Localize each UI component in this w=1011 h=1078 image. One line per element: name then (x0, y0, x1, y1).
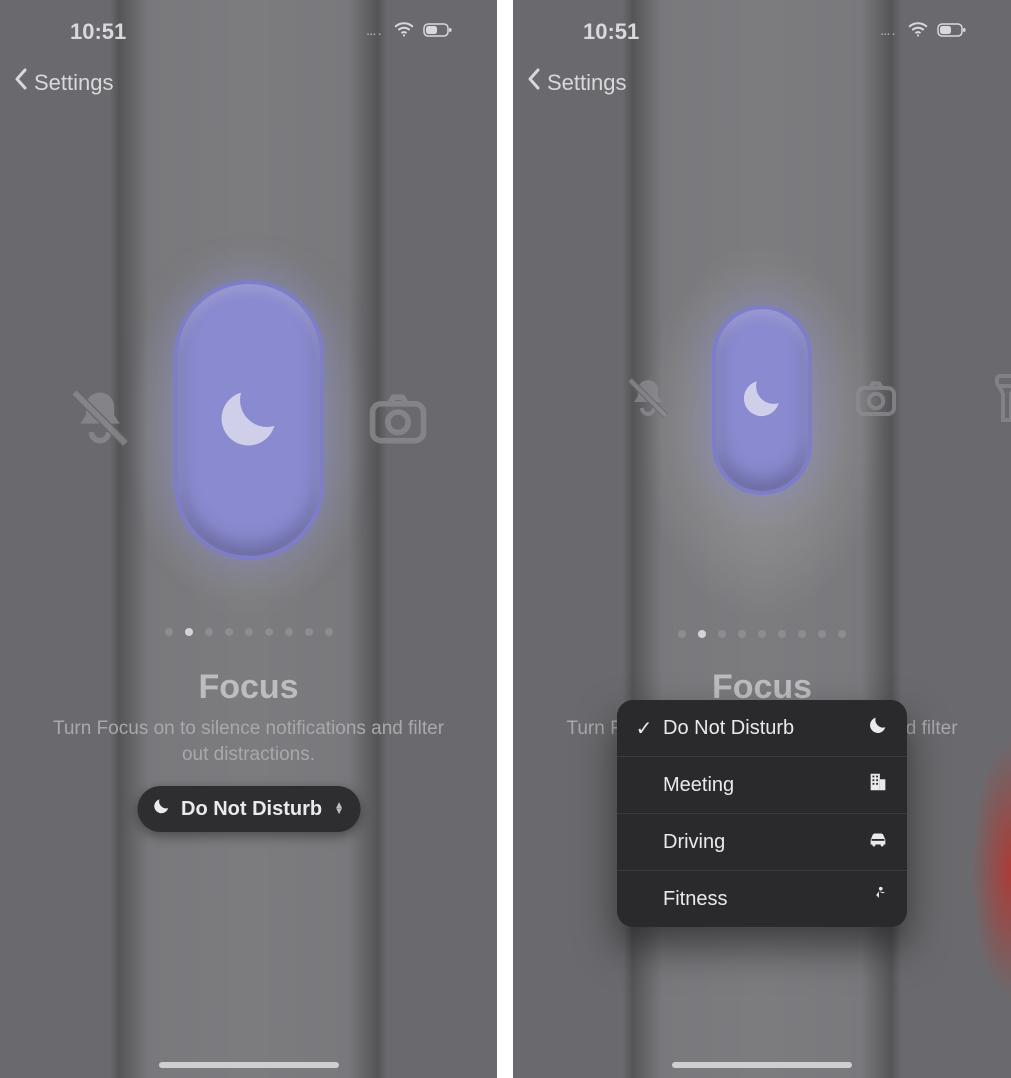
moon-icon (867, 714, 889, 742)
wifi-icon (393, 18, 415, 46)
focus-menu: ✓ Do Not Disturb Meeting Driving Fitness (617, 700, 907, 927)
moon-icon (211, 380, 287, 461)
silent-icon (624, 374, 672, 427)
control-row (0, 280, 497, 560)
red-glow (971, 740, 1011, 1000)
page-dot[interactable] (758, 630, 766, 638)
page-dot[interactable] (185, 628, 193, 636)
page-dot[interactable] (165, 628, 173, 636)
chevron-left-icon (14, 68, 28, 97)
status-bar: 10:51 …. (513, 18, 1011, 46)
home-indicator[interactable] (672, 1062, 852, 1068)
battery-icon (937, 19, 967, 45)
page-dot[interactable] (265, 628, 273, 636)
wifi-icon (907, 18, 929, 46)
flashlight-icon (983, 370, 1011, 435)
focus-pill[interactable] (174, 280, 324, 560)
menu-item-runner[interactable]: Fitness (617, 871, 907, 927)
back-button[interactable]: Settings (14, 68, 114, 97)
menu-item-label: Meeting (663, 774, 734, 797)
building-icon (867, 771, 889, 799)
menu-item-moon[interactable]: ✓ Do Not Disturb (617, 700, 907, 757)
selector-label: Do Not Disturb (181, 798, 322, 821)
page-dot[interactable] (285, 628, 293, 636)
page-dot[interactable] (205, 628, 213, 636)
page-dots (513, 630, 1011, 638)
car-icon (867, 828, 889, 856)
home-indicator[interactable] (159, 1062, 339, 1068)
moon-icon (151, 796, 171, 822)
page-dot[interactable] (738, 630, 746, 638)
battery-icon (423, 19, 453, 45)
focus-mode-selector[interactable]: Do Not Disturb ▲▼ (137, 786, 360, 832)
screenshot-right: 10:51 …. Settings (513, 0, 1011, 1078)
focus-pill[interactable] (712, 305, 812, 495)
menu-item-building[interactable]: Meeting (617, 757, 907, 814)
status-bar: 10:51 …. (0, 18, 497, 46)
page-dot[interactable] (798, 630, 806, 638)
moon-icon (737, 373, 787, 428)
chevron-left-icon (527, 68, 541, 97)
camera-icon (364, 384, 432, 457)
updown-icon: ▲▼ (334, 803, 344, 815)
menu-item-label: Fitness (663, 888, 727, 911)
page-dot[interactable] (678, 630, 686, 638)
cell-dots: …. (880, 27, 897, 38)
page-dot[interactable] (838, 630, 846, 638)
page-dot[interactable] (778, 630, 786, 638)
cell-dots: …. (366, 27, 383, 38)
page-dot[interactable] (225, 628, 233, 636)
check-icon: ✓ (635, 716, 653, 741)
menu-item-car[interactable]: Driving (617, 814, 907, 871)
silent-icon (66, 384, 134, 457)
page-dot[interactable] (698, 630, 706, 638)
status-time: 10:51 (70, 19, 126, 45)
page-dot[interactable] (245, 628, 253, 636)
control-row (513, 305, 1011, 495)
page-dot[interactable] (718, 630, 726, 638)
back-button[interactable]: Settings (527, 68, 627, 97)
status-time: 10:51 (583, 19, 639, 45)
page-dot[interactable] (325, 628, 333, 636)
runner-icon (867, 885, 889, 913)
screenshot-left: 10:51 …. Settings Focus (0, 0, 497, 1078)
camera-icon (852, 374, 900, 427)
page-dot[interactable] (818, 630, 826, 638)
menu-item-label: Do Not Disturb (663, 717, 794, 740)
back-label: Settings (547, 70, 627, 96)
menu-item-label: Driving (663, 831, 725, 854)
page-dot[interactable] (305, 628, 313, 636)
back-label: Settings (34, 70, 114, 96)
screenshot-divider (497, 0, 513, 1078)
page-dots (0, 628, 497, 636)
page-description: Turn Focus on to silence notifications a… (38, 716, 459, 767)
page-title: Focus (0, 668, 497, 707)
